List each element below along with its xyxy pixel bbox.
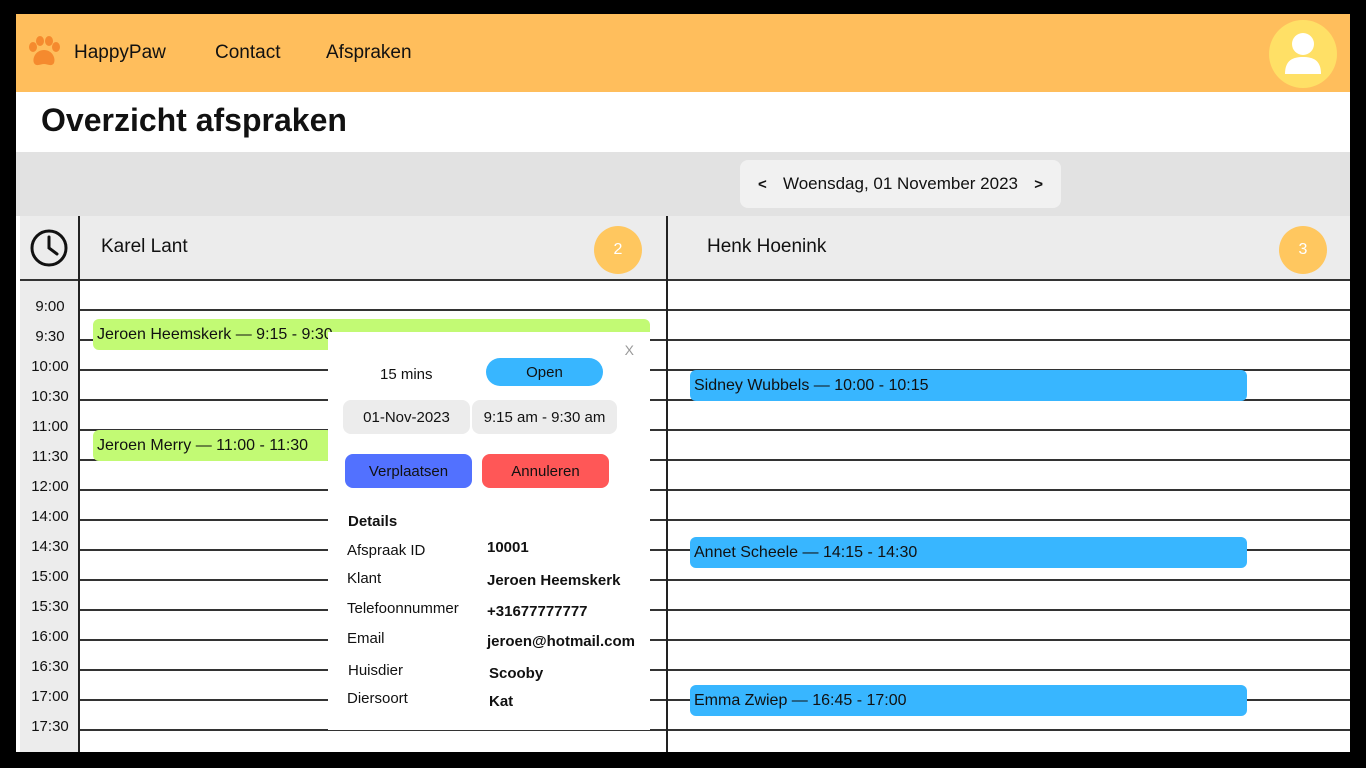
previous-day-button[interactable]: < — [758, 176, 767, 193]
appointment-count-badge: 2 — [594, 226, 642, 274]
detail-value-client: Jeroen Heemskerk — [487, 572, 621, 589]
date-selector: < Woensdag, 01 November 2023 > — [740, 160, 1061, 208]
nav-link-contact[interactable]: Contact — [215, 42, 280, 64]
cancel-appointment-button[interactable]: Annuleren — [482, 454, 609, 488]
time-label: 15:30 — [31, 598, 69, 615]
grid-row-line — [78, 729, 1350, 731]
appointment-block[interactable]: Jeroen Merry — 11:00 - 11:30 — [93, 430, 333, 461]
time-label: 10:00 — [31, 358, 69, 375]
time-label: 17:00 — [31, 688, 69, 705]
appointment-block[interactable]: Emma Zwiep — 16:45 - 17:00 — [690, 685, 1247, 716]
time-label: 9:00 — [35, 298, 65, 315]
grid-row-line — [78, 639, 1350, 641]
detail-value-phone: +31677777777 — [487, 603, 588, 620]
grid-row-line — [78, 579, 1350, 581]
brand-name[interactable]: HappyPaw — [74, 42, 166, 64]
time-label: 11:00 — [31, 418, 69, 435]
date-navigation-bar: < Woensdag, 01 November 2023 > — [16, 152, 1350, 216]
time-column-header — [20, 216, 78, 279]
cancel-appointment-button-label: Annuleren — [511, 462, 580, 480]
detail-label-email: Email — [347, 630, 385, 647]
user-icon — [1285, 33, 1321, 74]
time-label: 17:30 — [31, 718, 69, 735]
reschedule-button[interactable]: Verplaatsen — [345, 454, 472, 488]
appointment-label: Annet Scheele — 14:15 - 14:30 — [694, 544, 918, 561]
page-title: Overzicht afspraken — [41, 102, 347, 138]
current-date-label: Woensdag, 01 November 2023 — [782, 174, 1018, 193]
appointment-label: Jeroen Merry — 11:00 - 11:30 — [97, 437, 309, 454]
time-label: 16:00 — [31, 628, 69, 645]
detail-label-phone: Telefoonnummer — [347, 600, 459, 617]
appointment-time: 9:15 am - 9:30 am — [483, 408, 606, 426]
grid-row-line — [78, 489, 1350, 491]
detail-label-species: Diersoort — [347, 690, 408, 707]
time-label: 14:00 — [31, 508, 69, 525]
duration-label: 15 mins — [380, 366, 433, 383]
appointment-date-chip: 01-Nov-2023 — [343, 400, 470, 434]
time-label: 9:30 — [35, 328, 65, 345]
appointment-block[interactable]: Sidney Wubbels — 10:00 - 10:15 — [690, 370, 1247, 401]
grid-row-line — [78, 519, 1350, 521]
appointment-block[interactable]: Annet Scheele — 14:15 - 14:30 — [690, 537, 1247, 568]
nav-link-afspraken[interactable]: Afspraken — [326, 42, 412, 64]
next-day-button[interactable]: > — [1034, 176, 1043, 193]
staff-name: Karel Lant — [101, 236, 188, 257]
appointment-time-chip: 9:15 am - 9:30 am — [472, 400, 617, 434]
column-header-henk-hoenink: Henk Hoenink 3 — [668, 216, 1350, 279]
close-popup-button[interactable]: X — [625, 342, 634, 358]
detail-value-appointment-id: 10001 — [487, 539, 529, 556]
top-navigation-bar: HappyPaw Contact Afspraken — [16, 14, 1350, 92]
appointment-date: 01-Nov-2023 — [363, 408, 450, 426]
time-label: 15:00 — [31, 568, 69, 585]
appointment-details-popup: X 15 mins Open 01-Nov-2023 9:15 am - 9:3… — [328, 332, 650, 730]
user-avatar-button[interactable] — [1269, 20, 1337, 88]
grid-row-line — [78, 669, 1350, 671]
app-frame: HappyPaw Contact Afspraken Overzicht afs… — [16, 14, 1350, 752]
appointment-label: Emma Zwiep — 16:45 - 17:00 — [694, 692, 907, 709]
paw-logo-icon — [29, 36, 60, 66]
column-divider — [666, 216, 668, 752]
detail-label-appointment-id: Afspraak ID — [347, 542, 426, 559]
staff-name: Henk Hoenink — [707, 236, 827, 257]
clock-icon — [30, 229, 68, 266]
detail-label-client: Klant — [347, 570, 382, 587]
grid-row-line — [78, 609, 1350, 611]
appointment-label: Jeroen Heemskerk — 9:15 - 9:30 — [97, 326, 333, 343]
time-label: 12:00 — [31, 478, 69, 495]
grid-row-line — [20, 279, 1350, 281]
status-label: Open — [526, 363, 563, 381]
appointment-label: Sidney Wubbels — 10:00 - 10:15 — [694, 377, 929, 394]
detail-value-email: jeroen@hotmail.com — [487, 633, 635, 650]
status-badge: Open — [486, 358, 603, 386]
grid-row-line — [78, 309, 1350, 311]
detail-value-pet: Scooby — [489, 665, 544, 682]
appointment-count-badge: 3 — [1279, 226, 1327, 274]
details-heading: Details — [348, 513, 398, 530]
calendar-grid: Karel Lant 2 Henk Hoenink 3 9:00 9:30 10:0… — [16, 216, 1350, 752]
reschedule-button-label: Verplaatsen — [368, 462, 449, 480]
column-divider — [78, 216, 80, 752]
column-header-karel-lant: Karel Lant 2 — [80, 216, 666, 279]
detail-value-species: Kat — [489, 693, 514, 710]
time-label: 11:30 — [31, 448, 69, 465]
time-label: 16:30 — [31, 658, 69, 675]
time-label: 10:30 — [31, 388, 69, 405]
time-label: 14:30 — [31, 538, 69, 555]
detail-label-pet: Huisdier — [348, 662, 404, 679]
